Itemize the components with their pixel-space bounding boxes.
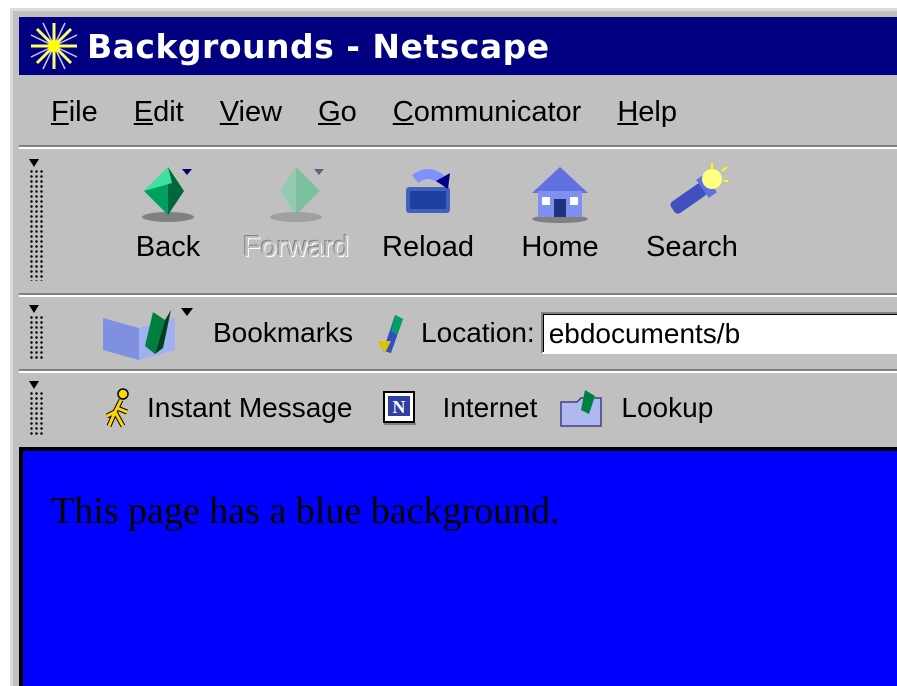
- bookmarks-label: Bookmarks: [213, 317, 354, 348]
- menu-go[interactable]: Go: [316, 94, 359, 131]
- toolbar-collapse-handle[interactable]: [25, 301, 47, 361]
- search-flashlight-icon: [670, 163, 728, 214]
- collapse-triangle-icon: [29, 381, 39, 389]
- location-url-input[interactable]: ebdocuments/b: [540, 312, 897, 354]
- toolbar-separator: [19, 293, 897, 297]
- forward-arrow-icon: [270, 167, 324, 222]
- menu-file-rest: ile: [68, 95, 98, 128]
- toolbar-separator: [19, 369, 897, 373]
- menu-help-accel: H: [617, 95, 639, 128]
- menu-edit-accel: E: [133, 95, 154, 128]
- reload-button[interactable]: Reload: [373, 149, 483, 291]
- bookmarks-icon: [103, 308, 193, 360]
- instant-message-button[interactable]: Instant Message: [103, 388, 352, 428]
- menu-communicator[interactable]: Communicator: [391, 94, 584, 131]
- menu-communicator-rest: ommunicator: [413, 95, 582, 128]
- reload-label: Reload: [382, 231, 474, 263]
- lookup-folder-icon: [560, 390, 603, 427]
- browser-window: Backgrounds - Netscape File Edit View Go…: [10, 8, 897, 686]
- menu-help-rest: elp: [638, 95, 677, 128]
- svg-text:N: N: [393, 397, 406, 417]
- netscape-n-bookmark-icon: N: [383, 391, 417, 425]
- window-title: Backgrounds - Netscape: [87, 26, 550, 66]
- menu-edit[interactable]: Edit: [132, 94, 186, 131]
- home-label: Home: [521, 231, 599, 263]
- internet-label: Internet: [442, 392, 538, 423]
- forward-button[interactable]: Forward: [241, 149, 351, 291]
- home-button[interactable]: Home: [505, 149, 615, 291]
- navigation-toolbar: Back Forward Reload Home Search: [13, 149, 897, 291]
- menu-bar: File Edit View Go Communicator Help: [19, 81, 897, 143]
- back-arrow-icon: [142, 167, 194, 222]
- menu-view[interactable]: View: [218, 94, 284, 131]
- reload-icon: [406, 169, 450, 213]
- gripper-dots-icon: [29, 315, 43, 361]
- title-bar: Backgrounds - Netscape: [19, 17, 897, 75]
- location-toolbar: Bookmarks Location: ebdocuments/b: [13, 299, 897, 367]
- lookup-button[interactable]: Lookup: [559, 388, 713, 428]
- menu-file-accel: F: [51, 95, 69, 128]
- instant-message-label: Instant Message: [147, 392, 353, 423]
- page-body-text: This page has a blue background.: [51, 490, 560, 532]
- back-button[interactable]: Back: [113, 149, 223, 291]
- menu-edit-rest: dit: [153, 95, 184, 128]
- collapse-triangle-icon: [29, 305, 39, 313]
- internet-button[interactable]: N Internet: [382, 390, 537, 426]
- menu-file[interactable]: File: [49, 94, 100, 131]
- menu-go-accel: G: [318, 95, 341, 128]
- menu-view-accel: V: [219, 95, 239, 128]
- menu-help[interactable]: Help: [615, 94, 679, 131]
- toolbar-collapse-handle[interactable]: [25, 377, 47, 435]
- location-label: Location:: [421, 317, 535, 348]
- back-label: Back: [135, 231, 201, 263]
- personal-toolbar: Instant Message N Internet Lookup: [13, 375, 897, 441]
- search-label: Search: [646, 231, 738, 263]
- toolbar-collapse-handle[interactable]: [25, 155, 47, 281]
- netscape-starburst-icon[interactable]: [29, 21, 79, 71]
- page-proxy-icon[interactable]: [373, 311, 413, 355]
- home-icon: [532, 167, 588, 223]
- bookmarks-button[interactable]: Bookmarks: [99, 304, 353, 362]
- lookup-label: Lookup: [621, 392, 714, 423]
- collapse-triangle-icon: [29, 159, 39, 167]
- menu-communicator-accel: C: [392, 95, 414, 128]
- menu-view-rest: iew: [238, 95, 283, 128]
- page-content-area: This page has a blue background.: [19, 447, 897, 686]
- menu-go-rest: o: [340, 95, 357, 128]
- search-button[interactable]: Search: [637, 149, 747, 291]
- gripper-dots-icon: [29, 391, 43, 435]
- gripper-dots-icon: [29, 169, 43, 281]
- aim-running-man-icon: [105, 388, 129, 428]
- forward-label: Forward: [242, 231, 350, 263]
